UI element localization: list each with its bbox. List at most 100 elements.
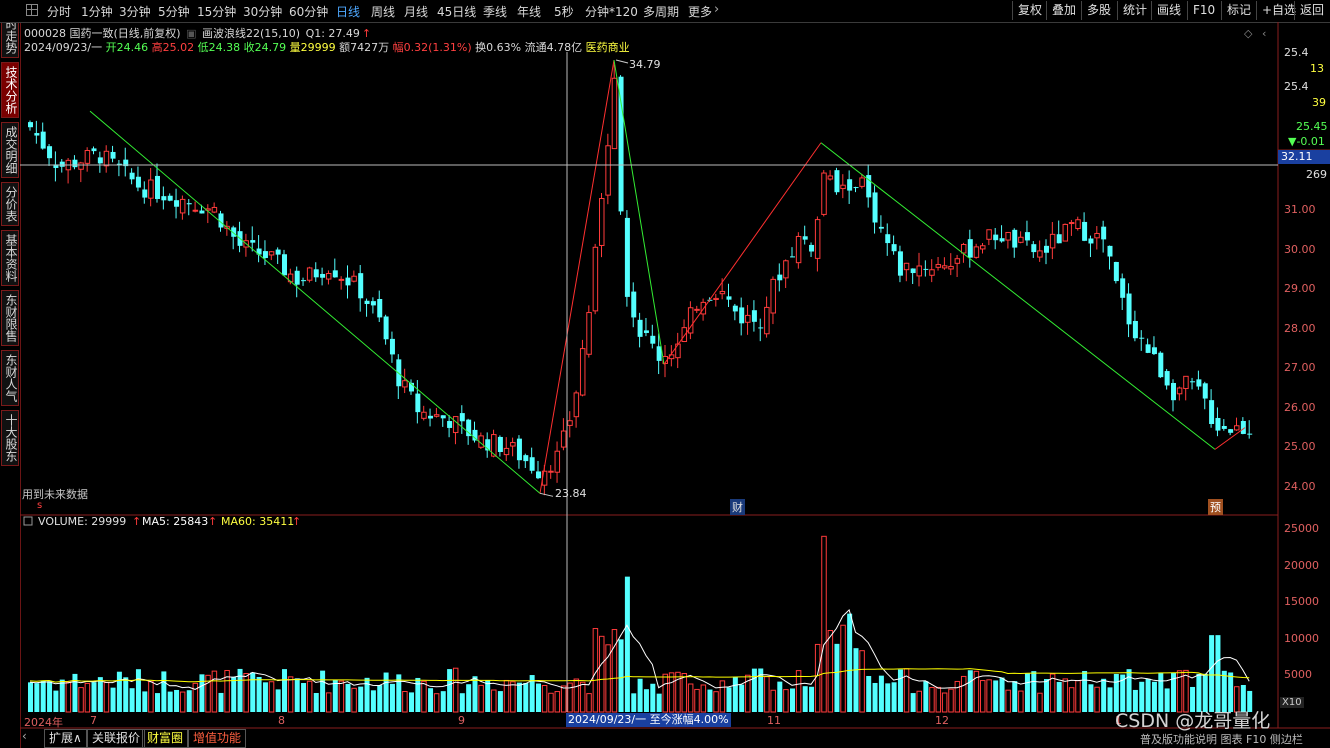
volume-bar [466,684,472,712]
candle-body [186,203,192,205]
volume-bar [523,682,529,712]
wave-line [89,59,1246,497]
future-data-note: 用到未来数据 [22,488,88,501]
volume-bar [618,639,624,712]
volume-tick-0: 25000 [1284,522,1319,535]
volume-bar [732,676,738,712]
wave-segment [820,142,1216,450]
volume-bar [586,693,592,713]
related-quotes-tab[interactable]: 关联报价 [87,729,146,748]
candle-body [758,327,764,329]
volume-bar [1037,692,1043,713]
candle-body [503,447,510,456]
candle-body [694,308,700,311]
kline-chart[interactable]: ◇ ‹ VOLUME: 29999 ↑ MA5: 25843 ↑ MA60: 3… [0,0,1330,748]
volume-bar [1018,690,1024,713]
volume-bar [351,687,357,713]
candle-body [554,450,561,473]
forecast-marker[interactable]: 预 [1208,499,1223,515]
candle-body [338,278,345,281]
candle-body [472,429,478,441]
volume-bar [179,691,186,713]
candle-body [383,316,389,340]
volume-bar [1024,673,1030,712]
volume-bar [358,686,364,712]
axis-top-label-6: ▼-0.01 [1288,135,1325,148]
volume-bar [497,691,503,712]
candle-body [618,76,624,212]
price-tick-1: 30.00 [1284,242,1316,256]
bottom-right-links[interactable]: 普及版功能说明 图表 F10 侧边栏 [1140,731,1303,747]
volume-bar [192,682,199,713]
candle-body [821,172,827,215]
volume-bar [53,690,59,712]
volume-bar [790,688,795,712]
volume-bar [110,687,116,712]
candle-body [986,229,992,240]
candle-body [790,256,795,258]
candle-body [1145,344,1151,353]
volume-bar [1082,670,1088,712]
candle-body [1107,245,1113,257]
value-added-tab[interactable]: 增值功能 [188,729,247,748]
candle-body [929,269,935,276]
candle-body [110,151,116,159]
candle-body [377,299,383,318]
candle-body [954,258,961,264]
candle-body [872,192,878,223]
candle-body [440,415,446,419]
volume-bar [243,673,249,713]
expand-tab[interactable]: 扩展∧ [44,729,87,748]
volume-bar [186,690,192,712]
volume-bar [707,689,713,712]
volume-bar [231,676,237,712]
candle-body [389,338,395,355]
volume-bar [783,689,789,713]
volume-bar [840,624,846,713]
candle-body [28,122,33,128]
low-label: 23.84 [555,487,587,500]
volume-bar [262,682,268,712]
volume-bar [161,671,167,712]
candle-body [1221,426,1227,429]
chevron-left-icon[interactable]: ‹ [22,729,36,746]
candle-body [1049,233,1056,249]
volume-bar [814,643,821,713]
candlestick-series [28,64,1253,496]
volume-bar [294,678,300,712]
candle-body [624,217,630,297]
peak-label: 34.79 [629,58,661,71]
candle-body [637,319,643,337]
volume-bar [1088,684,1094,712]
wave-segment [89,110,541,494]
candle-body [1190,381,1196,383]
volume-bar [409,692,414,712]
volume-bar [923,681,929,712]
price-tick-2: 29.00 [1284,282,1316,296]
candle-body [72,159,78,168]
volume-bar [1209,635,1215,712]
volume-bar [389,683,395,712]
candle-body [428,415,434,419]
volume-bar [554,691,561,713]
candle-body [1234,425,1240,431]
wealth-circle-tab[interactable]: 财富圈 [142,729,189,748]
candle-body [452,416,459,434]
candle-body [268,251,275,256]
financial-report-marker[interactable]: 财 [730,499,745,515]
axis-top-label-3: 25.4 [1284,80,1309,93]
candle-body [795,235,802,264]
crosshair-date-label: 2024/09/23/一 至今涨幅4.00% [566,713,731,727]
candle-body [941,265,948,269]
candle-body [853,187,859,189]
volume-bar [364,677,370,712]
volume-ma5: MA5: 25843 [142,515,208,528]
candle-body [1215,417,1221,431]
volume-bar [129,688,135,712]
volume-bar [91,682,97,712]
candle-body [211,206,218,213]
candle-body [1056,234,1062,244]
crosshair-price-label: 32.11 [1278,150,1330,164]
volume-bar [47,681,53,712]
candle-body [59,161,65,167]
